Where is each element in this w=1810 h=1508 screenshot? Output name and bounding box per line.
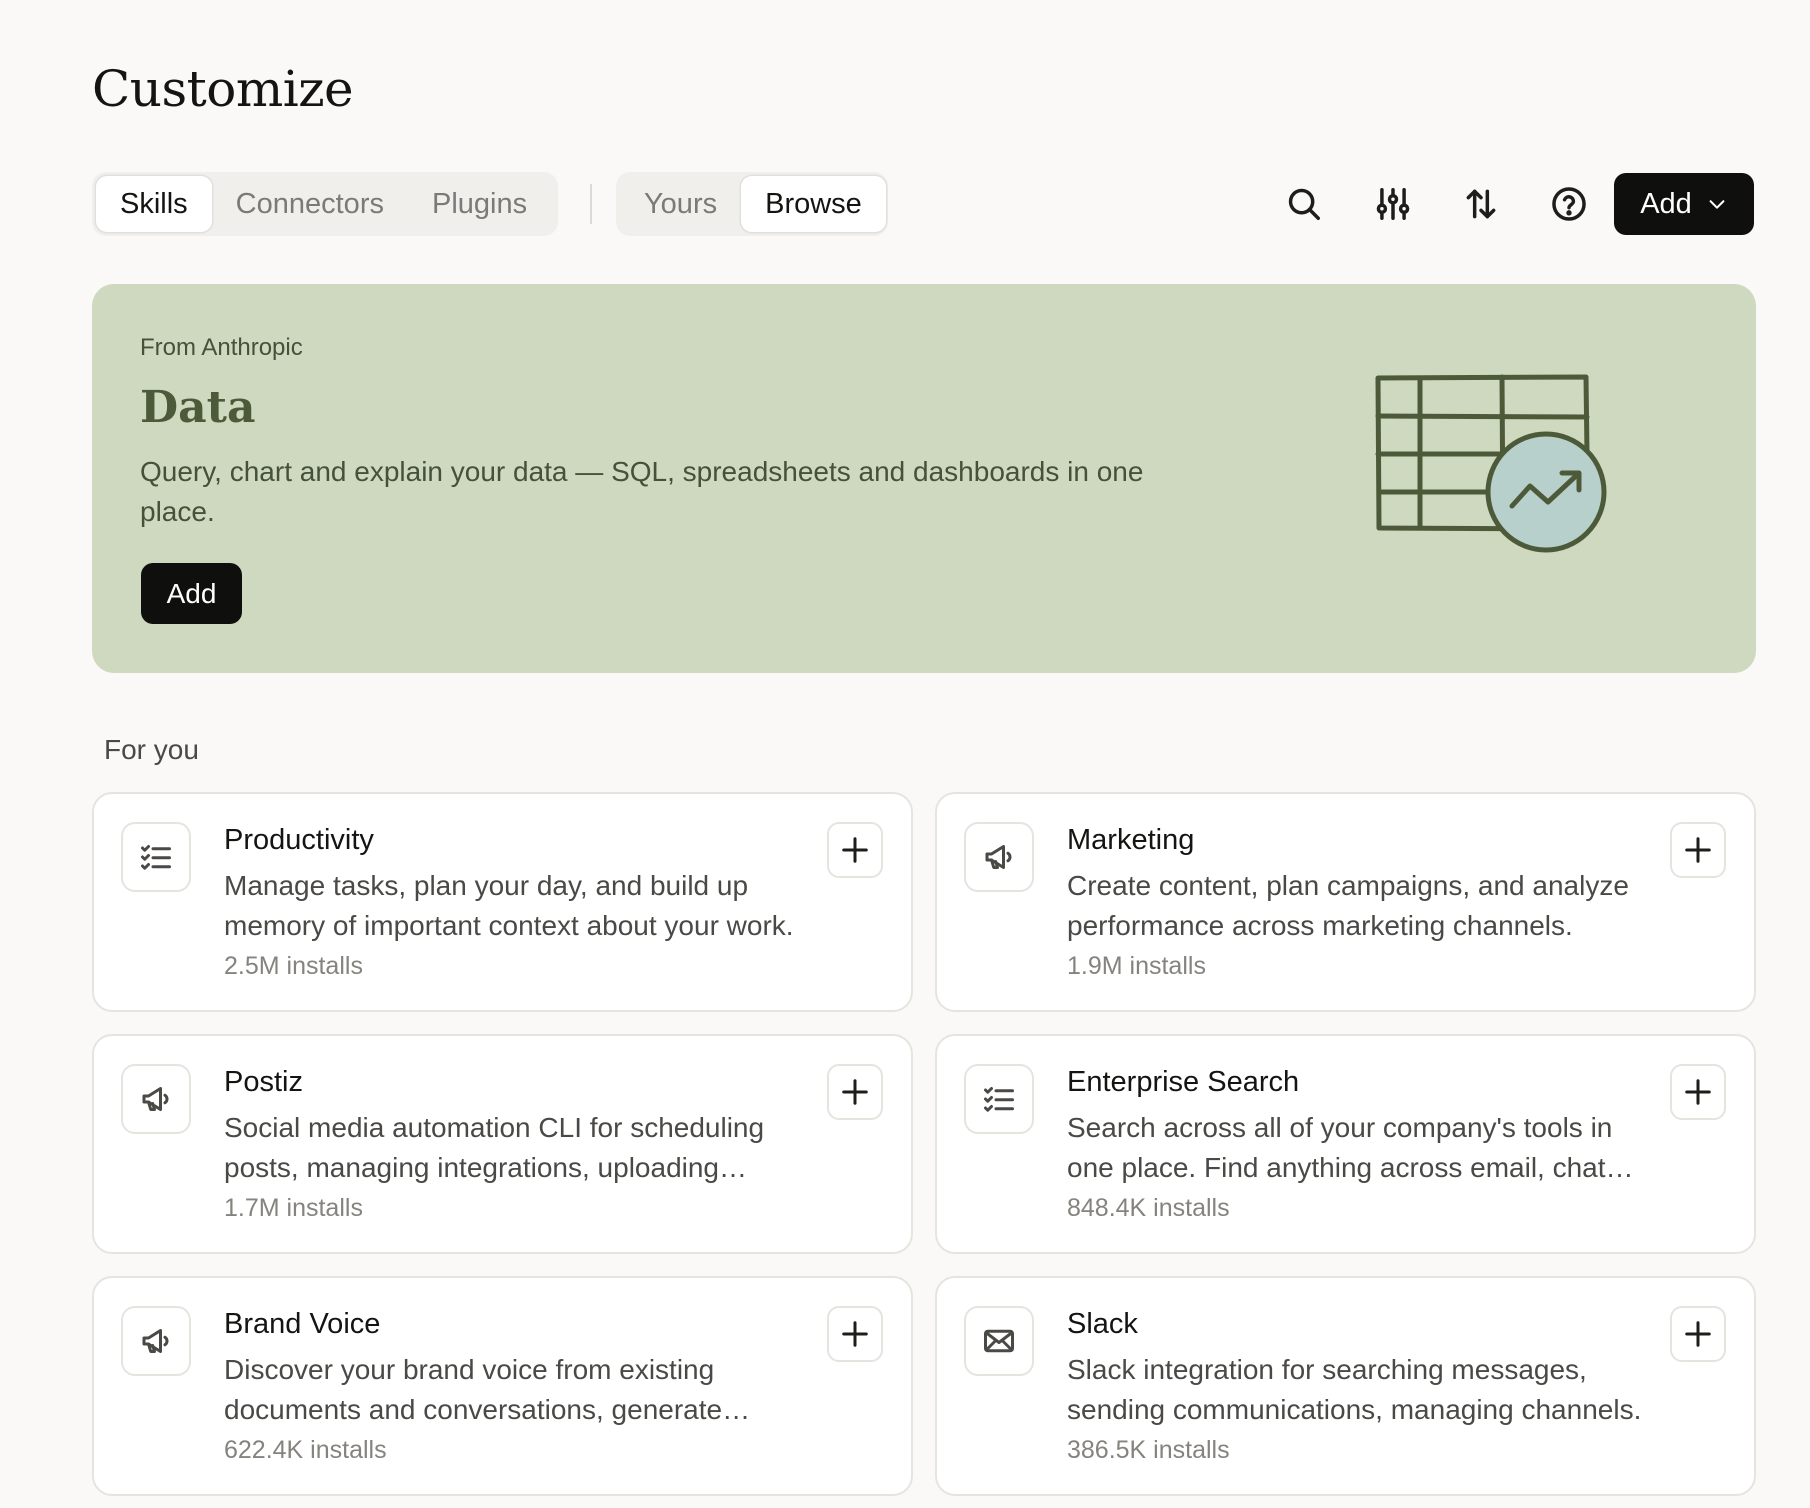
card-title: Postiz [224,1066,303,1098]
card-description: Create content, plan campaigns, and anal… [1067,870,1629,941]
toolbar-divider [590,184,592,224]
tab-plugins[interactable]: Plugins [408,176,551,232]
list-item[interactable]: Enterprise Search Search across all of y… [935,1034,1756,1254]
help-icon[interactable] [1545,180,1593,228]
featured-banner: From Anthropic Data Query, chart and exp… [92,284,1756,673]
banner-eyebrow: From Anthropic [140,334,303,361]
category-tabs: Skills Connectors Plugins [92,172,558,236]
list-item[interactable]: Slack Slack integration for searching me… [935,1276,1756,1496]
plus-icon [1685,1321,1711,1347]
plus-icon [842,837,868,863]
banner-add-button[interactable]: Add [141,563,242,624]
card-description: Discover your brand voice from existing … [224,1354,723,1425]
add-dropdown-button[interactable]: Add [1614,173,1754,235]
banner-title: Data [140,382,256,433]
card-installs: 1.7M installs [224,1194,363,1222]
skills-grid: Productivity Manage tasks, plan your day… [92,792,1756,1496]
checklist-icon [121,822,191,892]
chevron-down-icon [1709,200,1725,209]
plus-icon [1685,1079,1711,1105]
section-label: For you [104,734,199,765]
card-installs: 622.4K installs [224,1436,387,1464]
search-icon[interactable] [1280,180,1328,228]
scope-tabs: Yours Browse [616,172,888,236]
plus-icon [1685,837,1711,863]
list-item[interactable]: Productivity Manage tasks, plan your day… [92,792,913,1012]
card-title: Enterprise Search [1067,1066,1300,1098]
filter-sliders-icon[interactable] [1369,180,1417,228]
checklist-icon [964,1064,1034,1134]
spreadsheet-chart-icon [1375,374,1607,553]
tab-browse[interactable]: Browse [741,176,886,232]
tab-yours[interactable]: Yours [620,176,741,232]
list-item[interactable]: Postiz Social media automation CLI for s… [92,1034,913,1254]
megaphone-icon [121,1064,191,1134]
add-skill-button[interactable] [1670,822,1726,878]
card-installs: 2.5M installs [224,952,363,980]
add-skill-button[interactable] [1670,1064,1726,1120]
card-installs: 848.4K installs [1067,1194,1230,1222]
add-skill-button[interactable] [1670,1306,1726,1362]
card-description: Manage tasks, plan your day, and build u… [224,870,794,941]
tab-connectors[interactable]: Connectors [212,176,408,232]
list-item[interactable]: Brand Voice Discover your brand voice fr… [92,1276,913,1496]
plus-icon [842,1079,868,1105]
tab-skills[interactable]: Skills [96,176,212,232]
envelope-icon [964,1306,1034,1376]
card-description: Slack integration for searching messages… [1067,1354,1642,1425]
card-title: Slack [1067,1308,1138,1340]
sort-icon[interactable] [1457,180,1505,228]
card-installs: 1.9M installs [1067,952,1206,980]
list-item[interactable]: Marketing Create content, plan campaigns… [935,792,1756,1012]
card-description: Social media automation CLI for scheduli… [224,1112,765,1183]
plus-icon [842,1321,868,1347]
megaphone-icon [121,1306,191,1376]
add-skill-button[interactable] [827,1306,883,1362]
card-description: Search across all of your company's tool… [1067,1112,1613,1183]
add-skill-button[interactable] [827,822,883,878]
add-skill-button[interactable] [827,1064,883,1120]
card-title: Brand Voice [224,1308,381,1340]
card-installs: 386.5K installs [1067,1436,1230,1464]
megaphone-icon [964,822,1034,892]
card-title: Productivity [224,824,374,856]
card-title: Marketing [1067,824,1195,856]
banner-description: Query, chart and explain your data — SQL… [140,456,1144,527]
page-title: Customize [92,60,354,118]
add-button-label: Add [1640,187,1692,220]
